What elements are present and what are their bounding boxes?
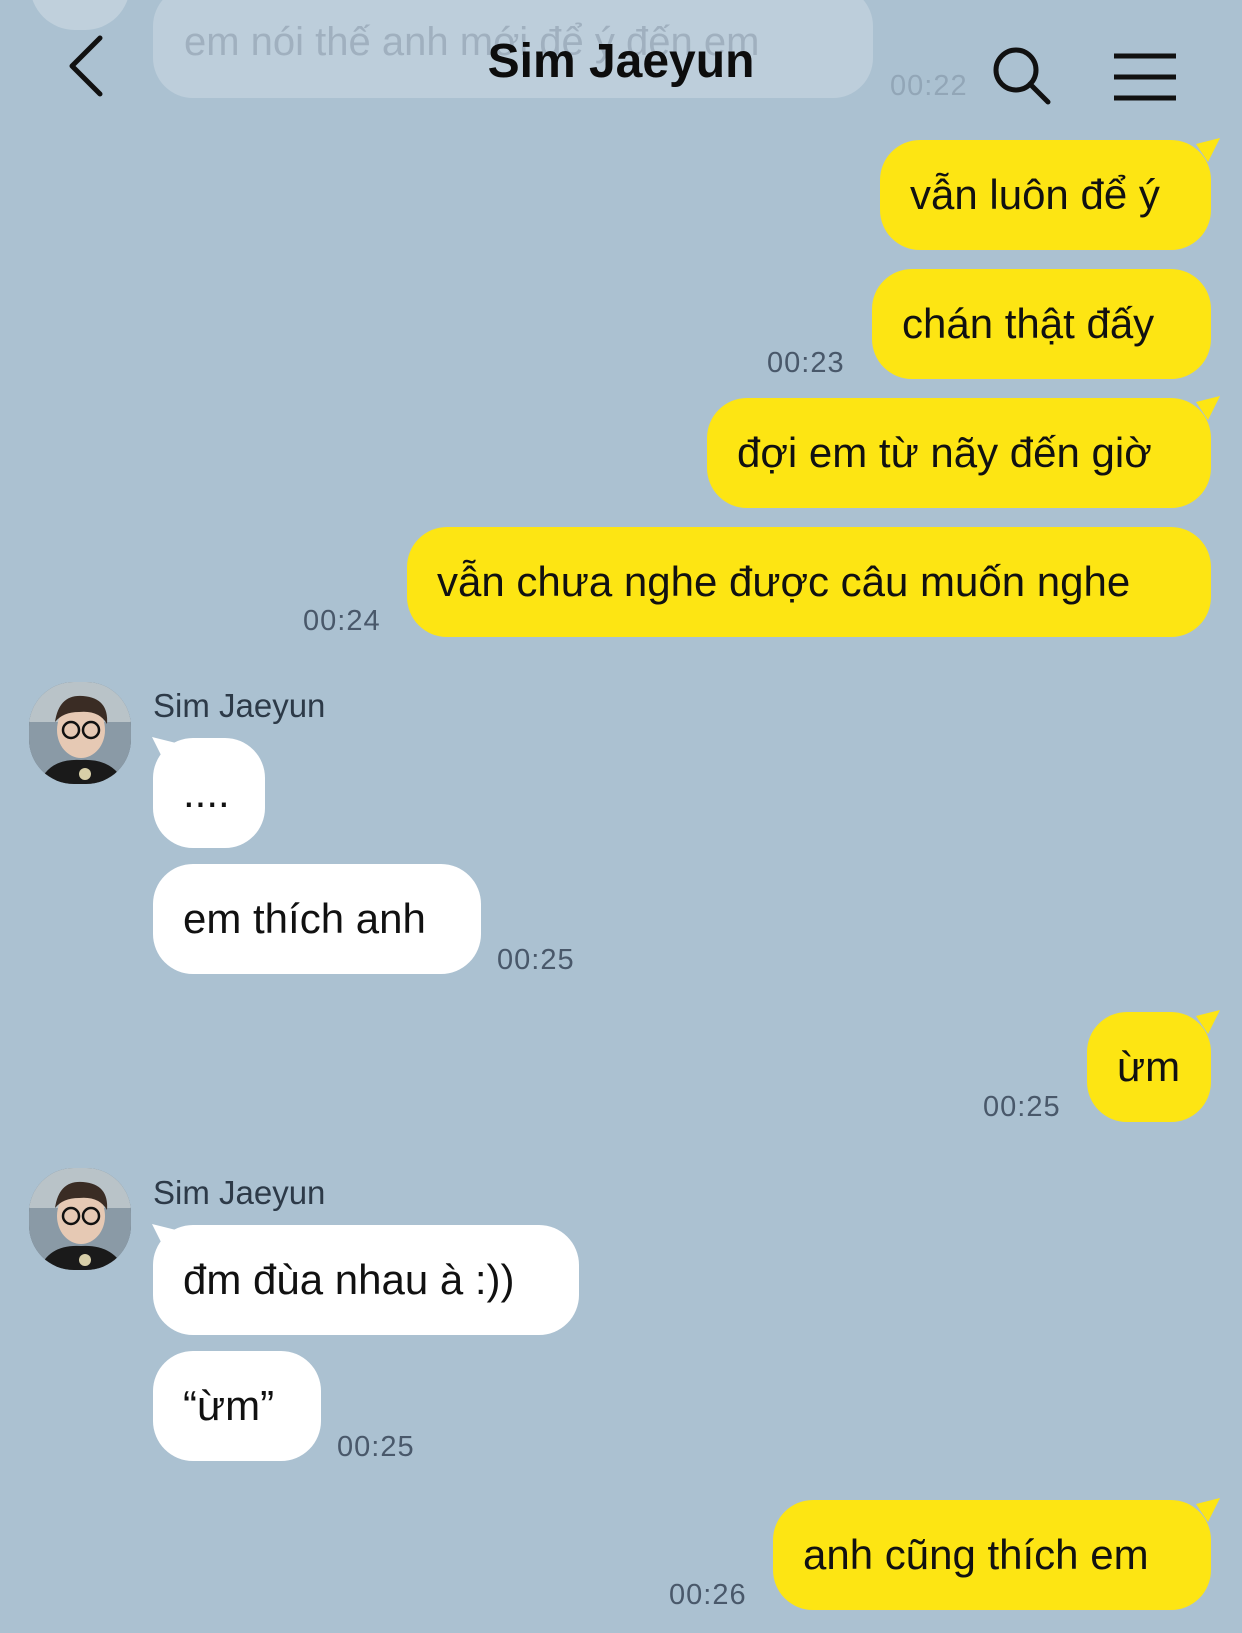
bubble-tail [152, 737, 176, 761]
sender-name: Sim Jaeyun [153, 687, 326, 724]
bubble-tail [152, 1224, 176, 1248]
menu-button[interactable] [1110, 50, 1206, 106]
message-time: 00:23 [767, 347, 845, 379]
my-message-bubble[interactable]: đợi em từ nãy đến giờ [707, 398, 1211, 508]
bubble-tail [1196, 1498, 1220, 1522]
my-message-bubble[interactable]: vẫn chưa nghe được câu muốn nghe [407, 527, 1211, 637]
bubble-tail [1196, 138, 1220, 162]
message-time: 00:26 [669, 1579, 747, 1611]
my-message-bubble[interactable]: ừm [1087, 1012, 1211, 1122]
bubble-tail [1196, 396, 1220, 420]
contact-avatar[interactable] [29, 682, 131, 784]
sender-name: Sim Jaeyun [153, 1174, 326, 1211]
menu-icon [1114, 53, 1176, 101]
my-message-bubble[interactable]: vẫn luôn để ý [880, 140, 1211, 250]
message-time: 00:25 [337, 1431, 415, 1463]
search-button[interactable] [990, 44, 1056, 110]
message-time: 00:24 [303, 605, 381, 637]
avatar-photo [29, 682, 131, 784]
avatar-photo [29, 1168, 131, 1270]
my-message-bubble[interactable]: anh cũng thích em [773, 1500, 1211, 1610]
chat-header: em nói thế anh mới để ý đến em 00:22 Sim… [0, 0, 1242, 130]
search-icon [993, 47, 1051, 105]
message-time: 00:25 [497, 944, 575, 976]
message-time: 00:25 [983, 1091, 1061, 1123]
contact-avatar[interactable] [29, 1168, 131, 1270]
their-message-bubble[interactable]: em thích anh [153, 864, 481, 974]
their-message-bubble[interactable]: “ừm” [153, 1351, 321, 1461]
their-message-bubble[interactable]: đm đùa nhau à :)) [153, 1225, 579, 1335]
bubble-tail [1196, 1010, 1220, 1034]
my-message-bubble[interactable]: chán thật đấy [872, 269, 1211, 379]
faded-avatar [30, 0, 130, 30]
